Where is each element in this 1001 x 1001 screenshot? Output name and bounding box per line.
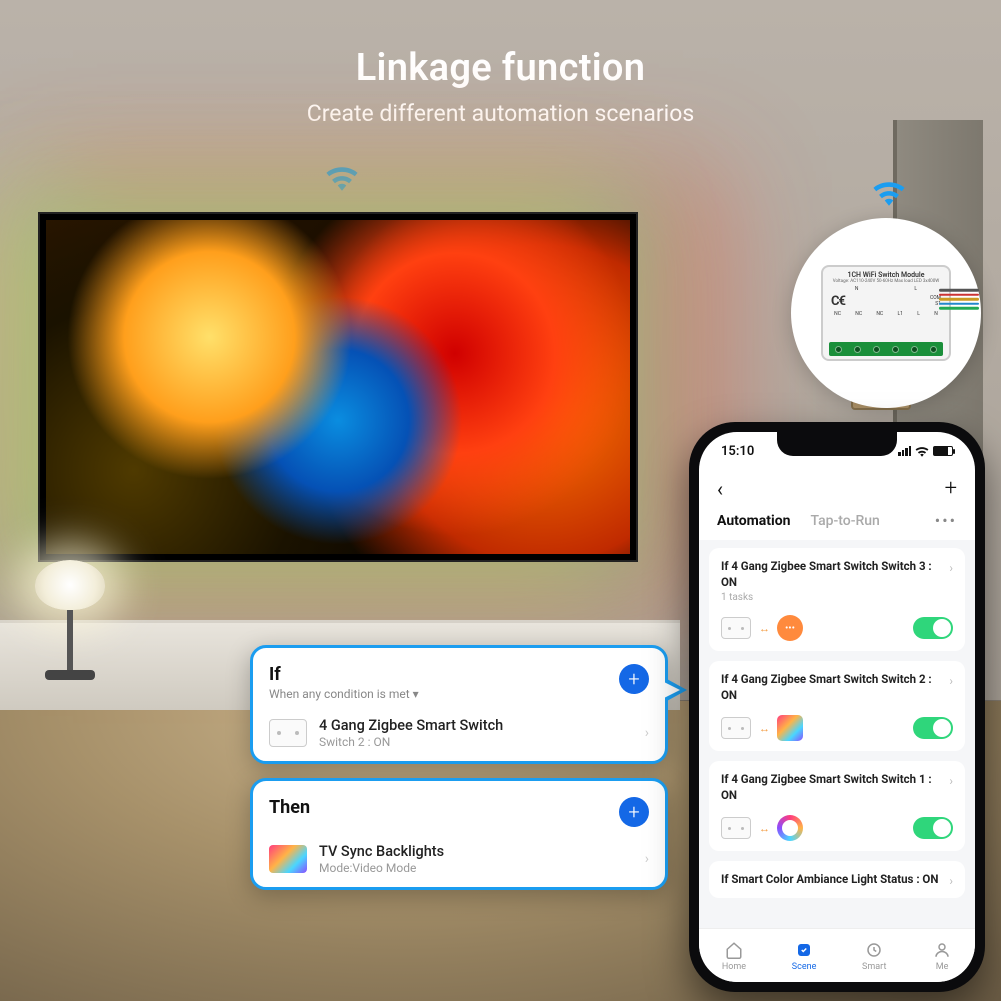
item-flow: ↔ [721,815,803,841]
tv-screen [46,220,630,554]
rgb-light-icon [777,715,803,741]
nav-scene[interactable]: Scene [792,940,817,972]
chevron-right-icon: › [949,774,953,788]
switch-device-icon [721,717,751,739]
page-subtitle: Create different automation scenarios [0,100,1001,127]
item-title: If Smart Color Ambiance Light Status : O… [721,872,941,888]
enable-toggle[interactable] [913,617,953,639]
item-title: If 4 Gang Zigbee Smart Switch Switch 2 :… [721,672,941,703]
signal-icon [898,446,911,456]
tab-automation[interactable]: Automation [717,513,790,529]
home-icon [724,940,744,960]
tv-backlight-icon [269,845,307,873]
item-flow: ↔ ••• [721,615,803,641]
page-title: Linkage function [0,46,1001,90]
phone-notch [777,432,897,456]
switch-device-icon [721,817,751,839]
enable-toggle[interactable] [913,717,953,739]
enable-toggle[interactable] [913,817,953,839]
app-topbar: ‹ + [699,470,975,511]
item-title: If 4 Gang Zigbee Smart Switch Switch 3 :… [721,559,941,590]
action-device: TV Sync Backlights [319,843,633,860]
nav-smart[interactable]: Smart [862,940,886,972]
module-title: 1CH WiFi Switch Module [827,271,945,279]
table-lamp [40,560,100,720]
callout-tail [665,678,687,702]
color-ring-icon [777,815,803,841]
link-arrow-icon: ↔ [759,622,769,635]
link-arrow-icon: ↔ [759,822,769,835]
then-heading: Then [269,797,310,818]
condition-row[interactable]: 4 Gang Zigbee Smart Switch Switch 2 : ON… [269,717,649,749]
wifi-status-icon [915,446,929,457]
automation-item[interactable]: If 4 Gang Zigbee Smart Switch Switch 2 :… [709,661,965,751]
bottom-nav: Home Scene Smart Me [699,928,975,982]
automation-list[interactable]: If 4 Gang Zigbee Smart Switch Switch 3 :… [699,540,975,928]
back-button[interactable]: ‹ [717,477,723,501]
chevron-right-icon: › [949,561,953,575]
more-button[interactable]: ••• [935,511,957,530]
chevron-right-icon: › [949,874,953,888]
add-automation-button[interactable]: + [945,476,957,501]
terminal-block [829,342,943,356]
chevron-right-icon: › [949,674,953,688]
switch-device-icon [269,719,307,747]
automation-item[interactable]: If 4 Gang Zigbee Smart Switch Switch 1 :… [709,761,965,851]
person-icon [932,940,952,960]
phone-mockup: 15:10 ‹ + Automation Tap-to-Run ••• If 4… [689,422,985,992]
if-subtitle[interactable]: When any condition is met [269,687,419,701]
action-state: Mode:Video Mode [319,861,633,875]
condition-state: Switch 2 : ON [319,735,633,749]
nav-home[interactable]: Home [722,940,746,972]
if-heading: If [269,664,419,685]
smart-icon [864,940,884,960]
then-card: Then + TV Sync Backlights Mode:Video Mod… [250,778,668,890]
automation-popup: If When any condition is met + 4 Gang Zi… [250,645,668,904]
tab-bar: Automation Tap-to-Run ••• [699,511,975,540]
switch-module: 1CH WiFi Switch Module Voltage: AC110-24… [821,265,951,361]
tv [38,212,638,562]
notify-icon: ••• [777,615,803,641]
wifi-icon [872,180,906,206]
link-arrow-icon: ↔ [759,722,769,735]
item-title: If 4 Gang Zigbee Smart Switch Switch 1 :… [721,772,941,803]
automation-item[interactable]: If 4 Gang Zigbee Smart Switch Switch 3 :… [709,548,965,651]
action-row[interactable]: TV Sync Backlights Mode:Video Mode › [269,843,649,875]
clock: 15:10 [721,444,754,459]
if-card: If When any condition is met + 4 Gang Zi… [250,645,668,764]
nav-me[interactable]: Me [932,940,952,972]
chevron-right-icon: › [645,851,649,867]
tab-tap-to-run[interactable]: Tap-to-Run [810,513,879,529]
add-condition-button[interactable]: + [619,664,649,694]
add-action-button[interactable]: + [619,797,649,827]
module-wires [939,287,979,312]
marketing-header: Linkage function Create different automa… [0,46,1001,127]
automation-item[interactable]: If Smart Color Ambiance Light Status : O… [709,861,965,898]
item-subtitle: 1 tasks [721,592,953,603]
module-spec: Voltage: AC110-240V 50-60Hz Max load LED… [827,279,945,284]
battery-icon [933,446,953,456]
module-callout: 1CH WiFi Switch Module Voltage: AC110-24… [791,218,981,408]
wifi-icon [325,165,359,191]
condition-device: 4 Gang Zigbee Smart Switch [319,717,633,734]
switch-device-icon [721,617,751,639]
ce-mark: C€ [831,294,845,309]
scene-icon [794,940,814,960]
item-flow: ↔ [721,715,803,741]
chevron-right-icon: › [645,725,649,741]
